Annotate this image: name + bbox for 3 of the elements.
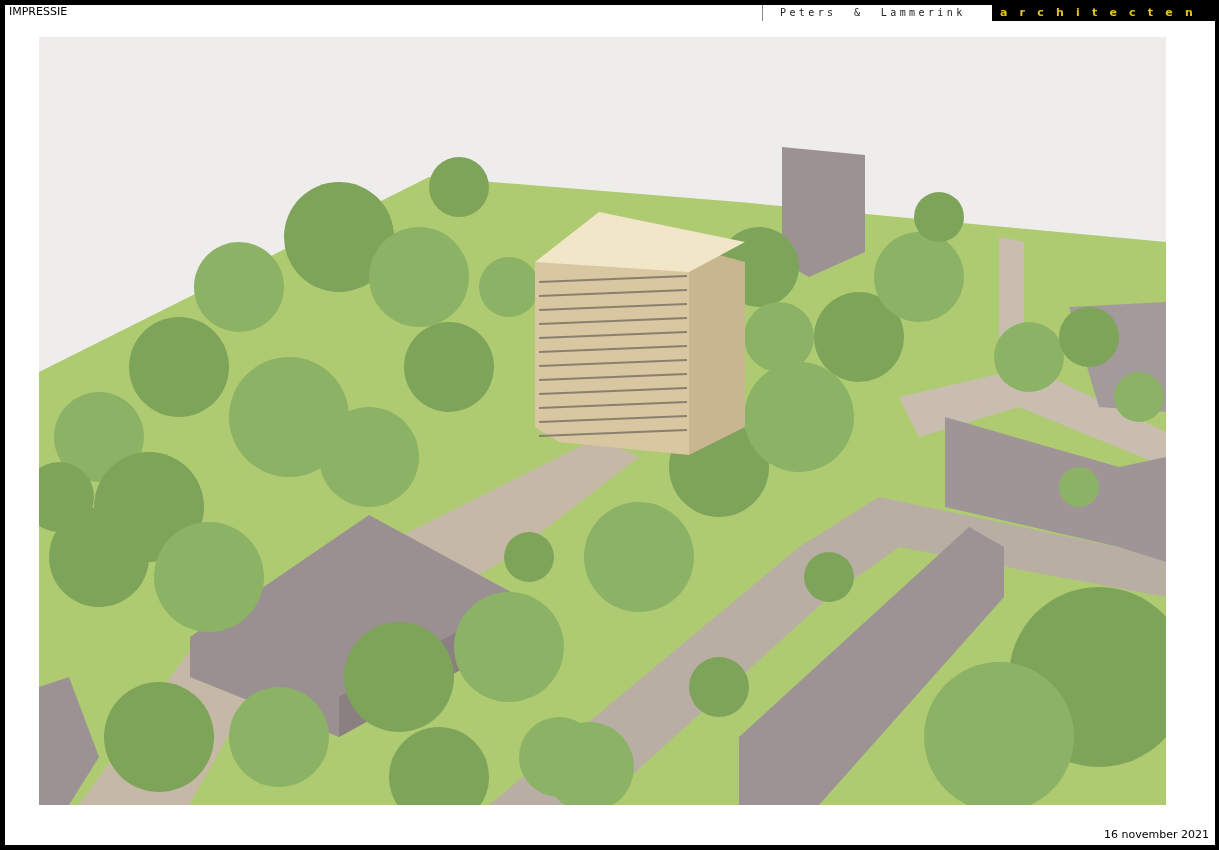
document-title: IMPRESSIE	[9, 5, 68, 19]
logo-tagline: architecten	[992, 5, 1215, 21]
document-date: 16 november 2021	[1104, 828, 1209, 842]
